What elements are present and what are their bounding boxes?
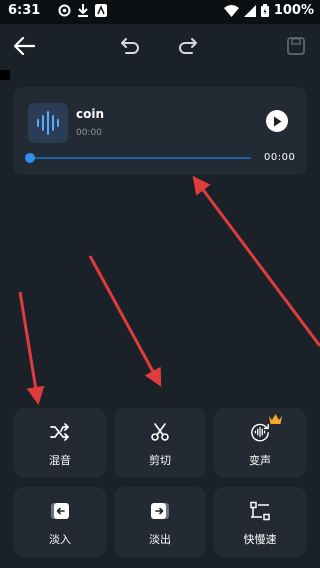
save-icon [287, 37, 305, 55]
battery-icon [260, 4, 269, 17]
tool-label: 混音 [49, 454, 71, 467]
track-title: coin [76, 107, 105, 121]
audio-track-card: coin 00:00 00:00 [14, 87, 306, 175]
tool-label: 淡出 [149, 533, 171, 546]
annotation-arrows [18, 175, 320, 405]
wifi-icon [223, 4, 239, 17]
fade-in-icon [50, 501, 70, 521]
save-button[interactable] [284, 34, 308, 58]
undo-icon [121, 38, 139, 54]
battery-percent: 100% [273, 3, 314, 18]
tool-mix-button[interactable]: 混音 [14, 408, 106, 478]
tool-cut-button[interactable]: 剪切 [114, 408, 206, 478]
annotation-arrow [18, 291, 45, 405]
app-notification-icon [95, 4, 107, 17]
download-icon [78, 4, 88, 17]
undo-button[interactable] [118, 34, 142, 58]
tool-label: 淡入 [49, 533, 71, 546]
redo-icon [179, 38, 197, 54]
settings-icon [58, 4, 71, 17]
tool-speed-button[interactable]: 快慢速 [214, 487, 306, 557]
tool-fade-in-button[interactable]: 淡入 [14, 487, 106, 557]
scissors-icon [150, 422, 170, 442]
annotation-arrow [88, 255, 162, 387]
tool-fade-out-button[interactable]: 淡出 [114, 487, 206, 557]
voice-change-icon [250, 422, 270, 442]
back-button[interactable] [12, 34, 36, 58]
play-icon [274, 116, 282, 126]
tool-label: 剪切 [149, 454, 171, 467]
redo-button[interactable] [176, 34, 200, 58]
tool-label: 变声 [249, 454, 271, 467]
track-current-time: 00:00 [76, 128, 102, 138]
waveform-icon [37, 111, 59, 135]
annotation-arrow [192, 175, 320, 347]
arrow-left-icon [13, 37, 35, 55]
play-button[interactable] [266, 110, 288, 132]
tool-voice-change-button[interactable]: 变声 [214, 408, 306, 478]
black-marker [0, 70, 10, 80]
shuffle-icon [50, 422, 70, 442]
speed-icon [250, 501, 270, 521]
status-bar: 6:31 100% [0, 0, 320, 24]
audio-thumbnail [28, 103, 68, 143]
track-duration: 00:00 [264, 152, 296, 163]
top-toolbar [0, 24, 320, 68]
fade-out-icon [150, 501, 170, 521]
status-time: 6:31 [8, 3, 41, 18]
signal-icon [243, 4, 256, 17]
progress-handle[interactable] [25, 153, 35, 163]
crown-icon [269, 414, 282, 424]
progress-bar[interactable] [30, 157, 251, 159]
tool-label: 快慢速 [243, 533, 277, 546]
